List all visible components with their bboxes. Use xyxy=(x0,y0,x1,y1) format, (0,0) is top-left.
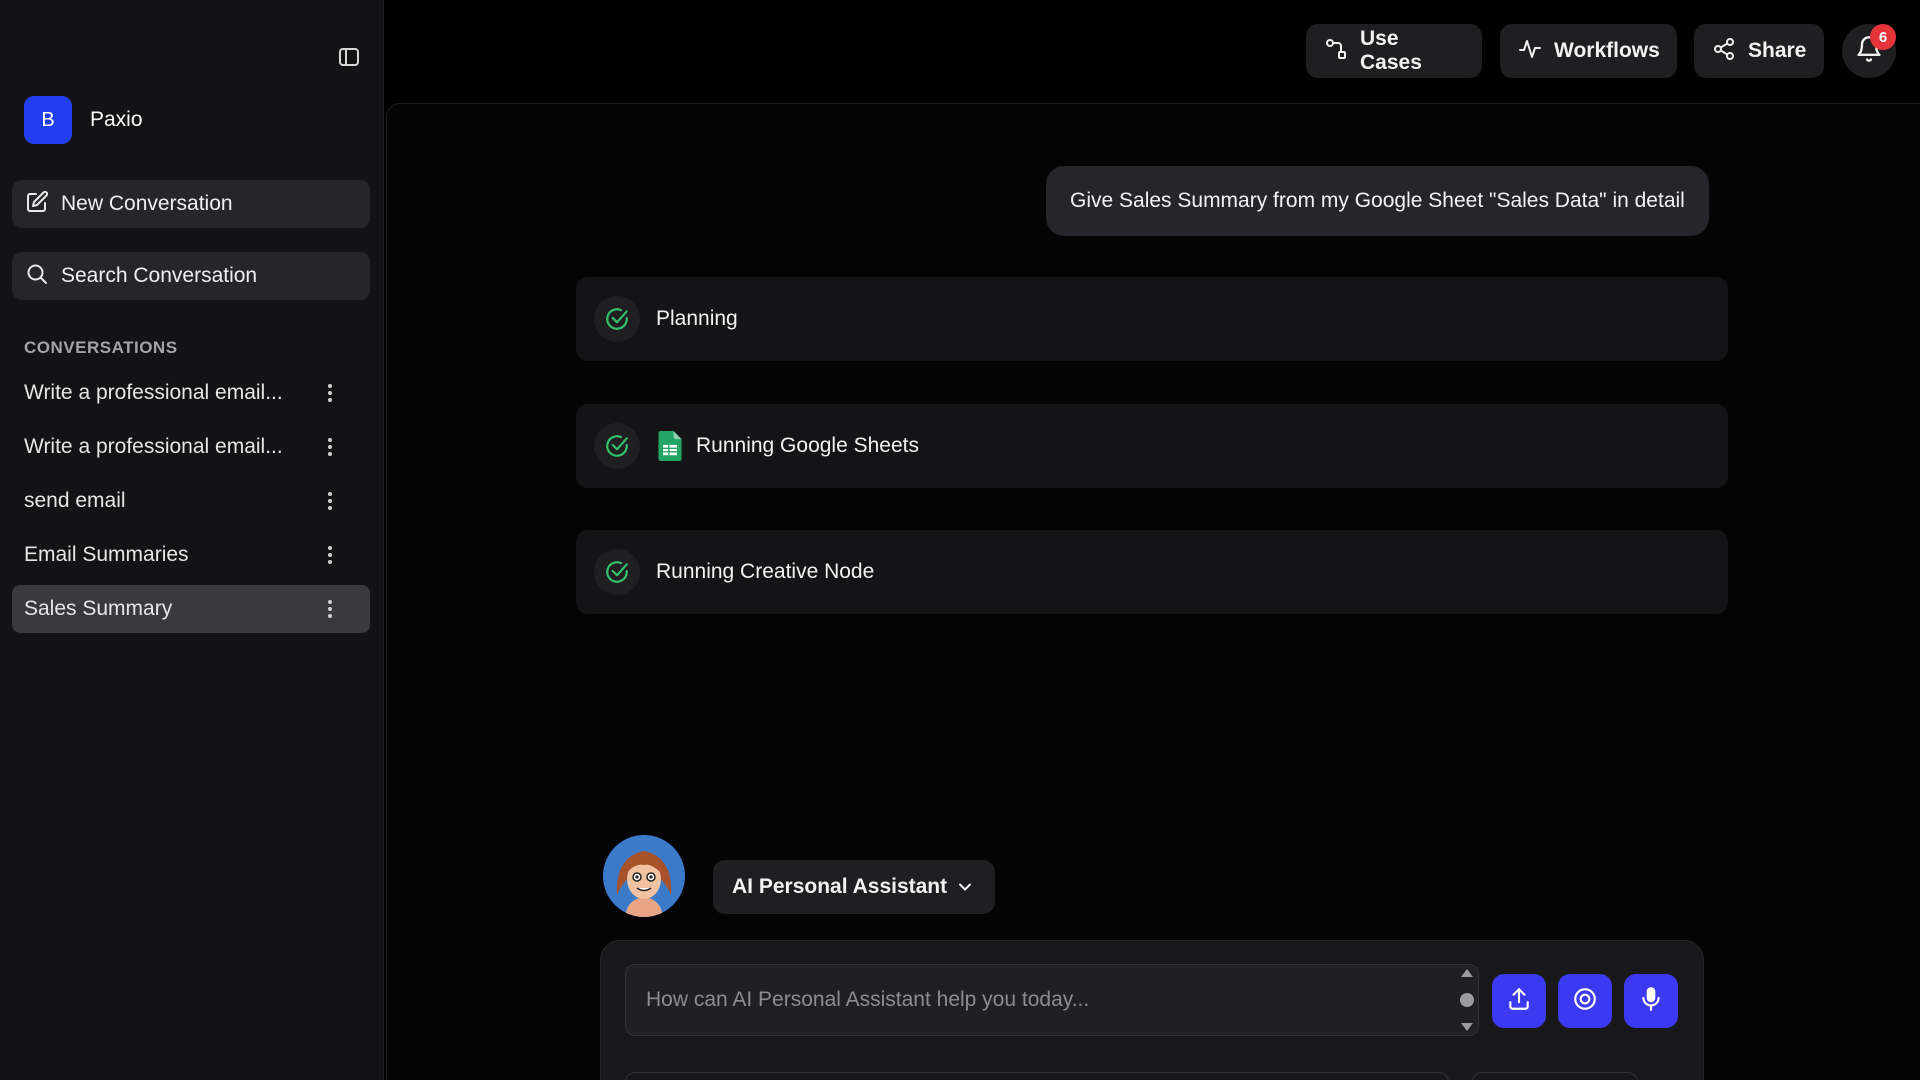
record-button[interactable] xyxy=(1558,974,1612,1028)
conversations-section-title: CONVERSATIONS xyxy=(24,338,178,357)
use-cases-icon xyxy=(1324,37,1348,66)
step-card: Planning xyxy=(576,277,1728,361)
microphone-button[interactable] xyxy=(1624,974,1678,1028)
workflows-button[interactable]: Workflows xyxy=(1500,24,1677,78)
step-label: Running Creative Node xyxy=(656,560,875,583)
upload-button[interactable] xyxy=(1492,974,1546,1028)
scroll-up-icon[interactable] xyxy=(1460,968,1474,978)
assistant-avatar xyxy=(603,835,685,917)
composer-secondary-field[interactable] xyxy=(625,1072,1449,1080)
chevron-down-icon xyxy=(955,877,975,902)
workspace-switcher[interactable]: B Paxio xyxy=(24,96,143,144)
sidebar: B Paxio New Conversation Search Conversa… xyxy=(0,0,384,1080)
more-options-icon[interactable] xyxy=(320,435,340,459)
conversation-label: Write a professional email... xyxy=(24,381,283,404)
check-circle-icon xyxy=(594,423,640,469)
prompt-input[interactable] xyxy=(625,964,1479,1036)
assistant-selector[interactable]: AI Personal Assistant xyxy=(713,860,995,914)
upload-icon xyxy=(1506,986,1532,1017)
more-options-icon[interactable] xyxy=(320,543,340,567)
search-icon xyxy=(25,262,49,291)
conversation-item[interactable]: Email Summaries xyxy=(12,531,370,579)
google-sheets-icon xyxy=(656,431,684,461)
share-label: Share xyxy=(1748,39,1807,62)
new-conversation-label: New Conversation xyxy=(61,192,233,215)
microphone-icon xyxy=(1638,986,1664,1017)
step-label: Running Google Sheets xyxy=(696,434,919,457)
conversation-list: Write a professional email... Write a pr… xyxy=(12,369,370,639)
conversation-label: Email Summaries xyxy=(24,543,189,566)
more-options-icon[interactable] xyxy=(320,597,340,621)
conversation-label: send email xyxy=(24,489,126,512)
step-card: Running Creative Node xyxy=(576,530,1728,614)
conversation-label: Sales Summary xyxy=(24,597,173,620)
conversation-label: Write a professional email... xyxy=(24,435,283,458)
app-window: B Paxio New Conversation Search Conversa… xyxy=(0,0,1920,1080)
workflows-label: Workflows xyxy=(1554,39,1660,62)
use-cases-label: Use Cases xyxy=(1360,27,1422,74)
step-card: Running Google Sheets xyxy=(576,404,1728,488)
notification-badge: 6 xyxy=(1870,24,1896,50)
record-icon xyxy=(1572,986,1598,1017)
scroll-thumb[interactable] xyxy=(1460,993,1474,1007)
step-label: Planning xyxy=(656,307,738,330)
search-conversation-label: Search Conversation xyxy=(61,264,258,287)
conversation-item[interactable]: Write a professional email... xyxy=(12,369,370,417)
conversation-item[interactable]: send email xyxy=(12,477,370,525)
sidebar-toggle-icon[interactable] xyxy=(336,44,362,70)
more-options-icon[interactable] xyxy=(320,381,340,405)
composer-secondary-control[interactable] xyxy=(1472,1072,1638,1080)
assistant-name: AI Personal Assistant xyxy=(732,875,948,898)
check-circle-icon xyxy=(594,549,640,595)
search-conversation-button[interactable]: Search Conversation xyxy=(12,252,370,300)
activity-icon xyxy=(1518,37,1542,66)
use-cases-button[interactable]: Use Cases xyxy=(1306,24,1482,78)
share-icon xyxy=(1712,37,1736,66)
more-options-icon[interactable] xyxy=(320,489,340,513)
scroll-down-icon[interactable] xyxy=(1460,1022,1474,1032)
workspace-name: Paxio xyxy=(90,108,143,131)
input-scrollbar[interactable] xyxy=(1458,968,1476,1032)
conversation-item[interactable]: Write a professional email... xyxy=(12,423,370,471)
edit-icon xyxy=(25,190,49,219)
check-circle-icon xyxy=(594,296,640,342)
user-message-bubble: Give Sales Summary from my Google Sheet … xyxy=(1046,166,1709,236)
new-conversation-button[interactable]: New Conversation xyxy=(12,180,370,228)
workspace-avatar: B xyxy=(24,96,72,144)
share-button[interactable]: Share xyxy=(1694,24,1824,78)
conversation-item-active[interactable]: Sales Summary xyxy=(12,585,370,633)
